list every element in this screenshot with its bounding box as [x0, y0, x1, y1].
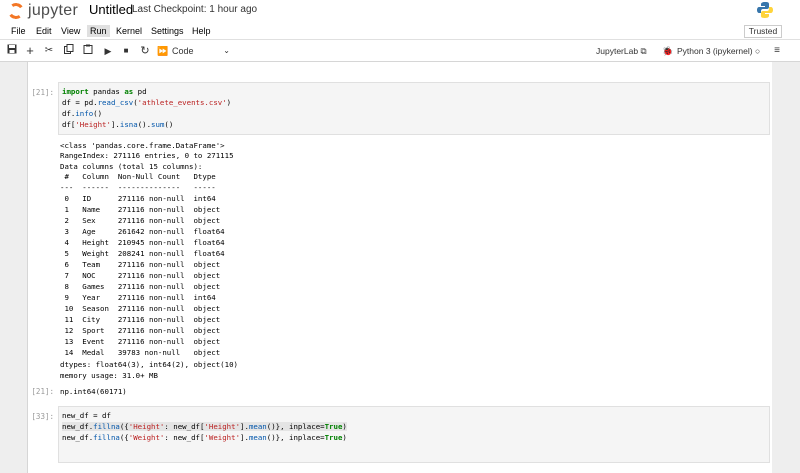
menu-file[interactable]: File [8, 25, 29, 37]
chevron-down-icon: ⌄ [223, 46, 230, 55]
code-line-selected: new_df.fillna({'Height': new_df['Height'… [62, 422, 347, 431]
stdout-line: --- ------ -------------- ----- [60, 183, 225, 192]
stdout-line: 10 Season 271116 non-null object [60, 304, 225, 313]
code-line: new_df = df [62, 411, 111, 420]
stdout-line: Data columns (total 15 columns): [60, 162, 203, 171]
stdout-line: 4 Height 210945 non-null float64 [60, 238, 225, 247]
stdout-line: RangeIndex: 271116 entries, 0 to 271115 [60, 151, 234, 160]
stop-icon[interactable]: ■ [119, 44, 133, 58]
cell-input-prompt: [33]: [31, 412, 54, 421]
stdout-line: memory usage: 31.0+ MB [60, 371, 158, 380]
stdout-line: 14 Medal 39783 non-null object [60, 348, 225, 357]
kernel-name: Python 3 (ipykernel) [677, 46, 753, 56]
last-checkpoint: Last Checkpoint: 1 hour ago [132, 4, 258, 15]
stdout-line: 12 Sport 271116 non-null object [60, 326, 225, 335]
top-header: jupyter Untitled Last Checkpoint: 1 hour… [0, 0, 800, 22]
code-cell-input[interactable]: new_df = df new_df.fillna({'Height': new… [58, 406, 770, 463]
code-line: import pandas as pd [62, 87, 147, 96]
jupyterlab-label: JupyterLab [596, 46, 639, 56]
add-cell-icon[interactable]: + [23, 44, 37, 58]
menu-view[interactable]: View [58, 25, 83, 37]
cut-icon[interactable]: ✂ [42, 44, 56, 58]
stdout-line: # Column Non-Null Count Dtype [60, 172, 225, 181]
stdout-line: 6 Team 271116 non-null object [60, 260, 225, 269]
cell-result: np.int64(60171) [60, 387, 127, 396]
code-cell-input[interactable]: import pandas as pd df = pd.read_csv('at… [58, 82, 770, 135]
python-logo-icon [757, 2, 773, 18]
cell-type-value: Code [172, 46, 194, 56]
stdout-line: dtypes: float64(3), int64(2), object(10) [60, 360, 238, 369]
menu-settings[interactable]: Settings [148, 25, 187, 37]
stdout-line: 3 Age 261642 non-null float64 [60, 227, 225, 236]
debug-icon[interactable]: 🐞 [661, 44, 675, 58]
save-icon[interactable] [5, 44, 19, 58]
jupyter-logo-text: jupyter [28, 2, 79, 19]
stdout-line: 11 City 271116 non-null object [60, 315, 225, 324]
notebook-panel: [21]: import pandas as pd df = pd.read_c… [28, 62, 772, 473]
code-line: df['Height'].isna().sum() [62, 120, 174, 129]
cell-output-prompt: [21]: [31, 387, 54, 396]
menu-run[interactable]: Run [87, 25, 110, 37]
stdout-line: 7 NOC 271116 non-null object [60, 271, 225, 280]
stdout-line: 9 Year 271116 non-null int64 [60, 293, 225, 302]
fast-forward-icon[interactable]: ⏩ [156, 44, 170, 58]
copy-icon[interactable] [62, 44, 76, 58]
menu-kernel[interactable]: Kernel [113, 25, 145, 37]
run-icon[interactable]: ▶ [101, 44, 115, 58]
cell-type-select[interactable]: Code ⌄ [172, 44, 232, 58]
stdout-line: 0 ID 271116 non-null int64 [60, 194, 225, 203]
external-link-icon: ⧉ [640, 46, 647, 56]
cell-input-prompt: [21]: [31, 88, 54, 97]
stdout-line: 8 Games 271116 non-null object [60, 282, 225, 291]
menu-bar: File Edit View Run Kernel Settings Help … [0, 22, 800, 40]
hamburger-menu-icon[interactable]: ≡ [770, 44, 784, 58]
menu-edit[interactable]: Edit [33, 25, 55, 37]
kernel-idle-icon: ○ [754, 46, 761, 56]
jupyterlab-link[interactable]: JupyterLab ⧉ [596, 46, 647, 57]
trusted-badge[interactable]: Trusted [744, 25, 782, 38]
stdout-line: <class 'pandas.core.frame.DataFrame'> [60, 141, 225, 150]
stdout-line: 13 Event 271116 non-null object [60, 337, 225, 346]
code-line: new_df.fillna({'Weight': new_df['Weight'… [62, 433, 347, 442]
restart-icon[interactable]: ↻ [138, 44, 152, 58]
jupyter-logo[interactable]: jupyter [6, 1, 79, 21]
stdout-line: 5 Weight 208241 non-null float64 [60, 249, 225, 258]
stdout-line: 2 Sex 271116 non-null object [60, 216, 225, 225]
notebook-title[interactable]: Untitled [89, 2, 133, 17]
menu-help[interactable]: Help [189, 25, 214, 37]
kernel-status[interactable]: Python 3 (ipykernel) ○ [677, 46, 760, 56]
code-line: df = pd.read_csv('athlete_events.csv') [62, 98, 232, 107]
jupyter-logo-icon [6, 1, 26, 21]
stdout-line: 1 Name 271116 non-null object [60, 205, 225, 214]
code-line: df.info() [62, 109, 103, 118]
notebook-toolbar: + ✂ ▶ ■ ↻ ⏩ Code ⌄ JupyterLab ⧉ 🐞 Python… [0, 40, 800, 62]
paste-icon[interactable] [81, 44, 95, 58]
